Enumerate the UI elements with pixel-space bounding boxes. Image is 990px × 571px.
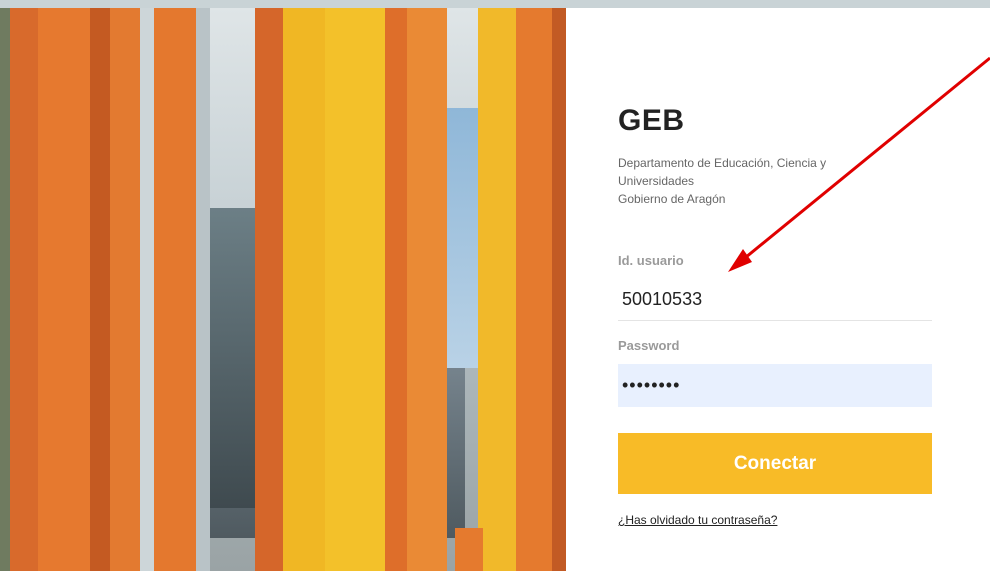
organization-government: Gobierno de Aragón — [618, 192, 726, 206]
background-photo — [0, 8, 566, 571]
login-panel: GEB Departamento de Educación, Ciencia y… — [566, 8, 990, 571]
organization-text: Departamento de Educación, Ciencia y Uni… — [618, 154, 888, 208]
password-label: Password — [618, 338, 680, 353]
connect-button[interactable]: Conectar — [618, 433, 932, 494]
user-id-label: Id. usuario — [618, 253, 684, 268]
forgot-password-link[interactable]: ¿Has olvidado tu contraseña? — [618, 513, 777, 527]
password-input[interactable] — [618, 364, 932, 407]
app-title: GEB — [618, 104, 685, 137]
organization-department: Departamento de Educación, Ciencia y Uni… — [618, 156, 827, 188]
user-id-input[interactable] — [618, 279, 932, 321]
